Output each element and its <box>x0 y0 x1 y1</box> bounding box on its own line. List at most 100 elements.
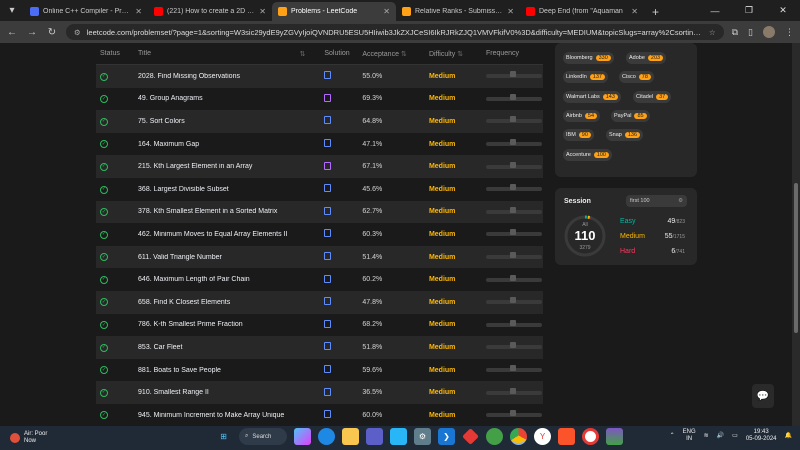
wifi-icon[interactable]: ≋ <box>704 432 709 439</box>
problem-title-link[interactable]: 462. Minimum Moves to Equal Array Elemen… <box>138 231 300 238</box>
article-solution-icon[interactable] <box>324 297 332 306</box>
whatsapp-icon[interactable] <box>486 428 503 445</box>
settings-gear-icon[interactable]: ⚙ <box>414 428 431 445</box>
close-tab-icon[interactable]: ✕ <box>135 7 142 16</box>
tab-search-icon[interactable]: ▾ <box>0 0 24 21</box>
header-difficulty[interactable]: Difficulty ⇅ <box>429 50 486 58</box>
maximize-icon[interactable]: ❐ <box>732 0 766 21</box>
company-tag[interactable]: Bloomberg 330 <box>563 52 614 64</box>
close-tab-icon[interactable]: ✕ <box>507 7 514 16</box>
header-frequency[interactable]: Frequency <box>486 50 543 57</box>
table-row[interactable]: ✓ 49. Group Anagrams 69.3% Medium <box>96 87 543 111</box>
problem-title-link[interactable]: 646. Maximum Length of Pair Chain <box>138 276 300 283</box>
article-solution-icon[interactable] <box>324 139 332 148</box>
url-input[interactable]: ⚙ leetcode.com/problemset/?page=1&sortin… <box>66 24 724 40</box>
close-window-icon[interactable]: ✕ <box>766 0 800 21</box>
site-info-icon[interactable]: ⚙ <box>74 28 81 37</box>
article-solution-icon[interactable] <box>324 229 332 238</box>
problem-title-link[interactable]: 2028. Find Missing Observations <box>138 73 300 80</box>
article-solution-icon[interactable] <box>324 252 332 261</box>
problem-title-link[interactable]: 75. Sort Colors <box>138 118 300 125</box>
battery-icon[interactable]: ▭ <box>732 432 738 439</box>
table-row[interactable]: ✓ 75. Sort Colors 64.8% Medium <box>96 110 543 133</box>
header-status[interactable]: Status <box>96 50 138 57</box>
problem-title-link[interactable]: 881. Boats to Save People <box>138 367 300 374</box>
chrome-icon[interactable] <box>510 428 527 445</box>
yandex-icon[interactable]: Y <box>534 428 551 445</box>
browser-tab[interactable]: Deep End (from "Aquaman ✕ <box>520 2 644 21</box>
problem-title-link[interactable]: 611. Valid Triangle Number <box>138 254 300 261</box>
problem-title-link[interactable]: 786. K-th Smallest Prime Fraction <box>138 321 300 328</box>
company-tag[interactable]: Snap 136 <box>606 129 644 141</box>
page-scrollbar[interactable] <box>792 43 800 426</box>
table-row[interactable]: ✓ 853. Car Fleet 51.8% Medium <box>96 336 543 359</box>
header-solution[interactable]: Solution <box>324 50 362 57</box>
table-row[interactable]: ✓ 646. Maximum Length of Pair Chain 60.2… <box>96 268 543 291</box>
browser-tab[interactable]: Online C++ Compiler - Program ✕ <box>24 2 148 21</box>
article-solution-icon[interactable] <box>324 319 332 328</box>
profile-avatar[interactable] <box>763 26 775 38</box>
browser-tab[interactable]: Problems - LeetCode ✕ <box>272 2 396 21</box>
company-tag[interactable]: Cisco 78 <box>619 71 654 83</box>
article-solution-icon[interactable] <box>324 342 332 351</box>
article-solution-icon[interactable] <box>324 71 332 80</box>
browser-tab[interactable]: Relative Ranks - Submission De ✕ <box>396 2 520 21</box>
sidebar-icon[interactable]: ▯ <box>748 27 753 38</box>
brave-icon[interactable] <box>558 428 575 445</box>
reload-icon[interactable]: ↻ <box>46 27 58 38</box>
video-solution-icon[interactable] <box>324 93 332 102</box>
table-row[interactable]: ✓ 786. K-th Smallest Prime Fraction 68.2… <box>96 313 543 337</box>
weather-widget[interactable]: Air: Poor Now <box>0 431 120 444</box>
problem-title-link[interactable]: 49. Group Anagrams <box>138 95 300 102</box>
copilot-icon[interactable] <box>294 428 311 445</box>
scrollbar-thumb[interactable] <box>794 183 798 333</box>
back-icon[interactable]: ← <box>6 27 18 38</box>
company-tag[interactable]: Citadel 37 <box>633 91 672 103</box>
clock[interactable]: 19:43 05-09-2024 <box>746 429 777 443</box>
company-tag[interactable]: Accenture 100 <box>563 149 612 161</box>
company-tag[interactable]: IBM 90 <box>563 129 594 141</box>
winrar-icon[interactable] <box>606 428 623 445</box>
problem-title-link[interactable]: 164. Maximum Gap <box>138 141 300 148</box>
header-acceptance[interactable]: Acceptance ⇅ <box>362 50 429 58</box>
table-row[interactable]: ✓ 2028. Find Missing Observations 55.0% … <box>96 65 543 88</box>
opera-icon[interactable] <box>582 428 599 445</box>
teams-icon[interactable] <box>366 428 383 445</box>
close-tab-icon[interactable]: ✕ <box>383 7 390 16</box>
problem-title-link[interactable]: 378. Kth Smallest Element in a Sorted Ma… <box>138 208 300 215</box>
problem-title-link[interactable]: 658. Find K Closest Elements <box>138 299 300 306</box>
sort-icon[interactable]: ⇅ <box>300 50 325 58</box>
article-solution-icon[interactable] <box>324 206 332 215</box>
table-row[interactable]: ✓ 611. Valid Triangle Number 51.4% Mediu… <box>96 245 543 269</box>
company-tag[interactable]: LinkedIn 137 <box>563 71 608 83</box>
article-solution-icon[interactable] <box>324 184 332 193</box>
article-solution-icon[interactable] <box>324 387 332 396</box>
photos-icon[interactable] <box>390 428 407 445</box>
taskbar-search[interactable]: ⌕ Search <box>239 428 287 445</box>
table-row[interactable]: ✓ 368. Largest Divisible Subset 45.6% Me… <box>96 177 543 201</box>
forward-icon[interactable]: → <box>26 27 38 38</box>
article-solution-icon[interactable] <box>324 274 332 283</box>
table-row[interactable]: ✓ 910. Smallest Range II 36.5% Medium <box>96 381 543 404</box>
extensions-icon[interactable]: ⧉ <box>732 27 738 38</box>
table-row[interactable]: ✓ 215. Kth Largest Element in an Array 6… <box>96 155 543 178</box>
company-tag[interactable]: Adobe 203 <box>626 52 667 64</box>
close-tab-icon[interactable]: ✕ <box>259 7 266 16</box>
company-tag[interactable]: Walmart Labs 143 <box>563 91 621 103</box>
article-solution-icon[interactable] <box>324 365 332 374</box>
company-tag[interactable]: Airbnb 54 <box>563 110 601 122</box>
notification-bell-icon[interactable]: 🔔 <box>785 432 792 439</box>
new-tab-button[interactable]: + <box>644 2 667 21</box>
menu-icon[interactable]: ⋮ <box>785 27 794 38</box>
problem-title-link[interactable]: 215. Kth Largest Element in an Array <box>138 163 300 170</box>
minimize-icon[interactable]: — <box>698 0 732 21</box>
chevron-up-icon[interactable]: ⌃ <box>670 432 675 439</box>
session-select[interactable]: first 100 ⚙ <box>626 195 687 207</box>
article-solution-icon[interactable] <box>324 116 332 125</box>
language-indicator[interactable]: ENG IN <box>683 429 696 443</box>
table-row[interactable]: ✓ 164. Maximum Gap 47.1% Medium <box>96 132 543 156</box>
table-row[interactable]: ✓ 378. Kth Smallest Element in a Sorted … <box>96 200 543 224</box>
volume-icon[interactable]: 🔊 <box>717 432 724 439</box>
header-title[interactable]: Title <box>138 50 300 57</box>
company-tag[interactable]: PayPal 85 <box>611 110 650 122</box>
